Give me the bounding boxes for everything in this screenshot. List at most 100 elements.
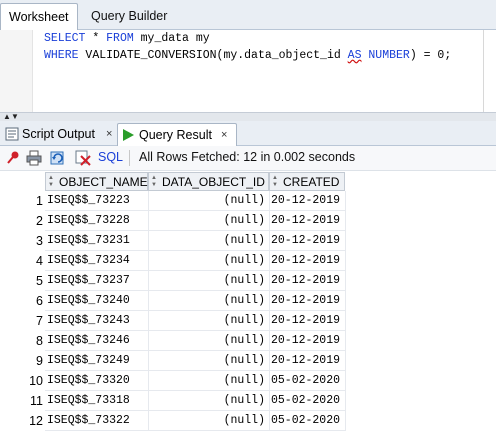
tab-script-output[interactable]: Script Output × xyxy=(2,123,118,145)
cell-object-name[interactable]: ISEQ$$_73249 xyxy=(47,351,130,371)
cell-data-object-id[interactable]: (null) xyxy=(148,211,265,231)
cell-data-object-id[interactable]: (null) xyxy=(148,351,265,371)
cell-data-object-id[interactable]: (null) xyxy=(148,391,265,411)
editor-text: ) = 0; xyxy=(409,49,452,62)
cell-data-object-id[interactable]: (null) xyxy=(148,331,265,351)
cell-object-name[interactable]: ISEQ$$_73231 xyxy=(47,231,130,251)
keyword-select: SELECT xyxy=(44,32,86,45)
cell-data-object-id[interactable]: (null) xyxy=(148,291,265,311)
row-divider xyxy=(45,350,345,351)
editor-line-1: SELECT * FROM my_data my xyxy=(44,32,210,45)
cell-created[interactable]: 05-02-2020 xyxy=(271,411,340,431)
keyword-number: NUMBER xyxy=(368,49,410,62)
cell-created[interactable]: 20-12-2019 xyxy=(271,291,340,311)
cell-created[interactable]: 20-12-2019 xyxy=(271,191,340,211)
editor-margin-line xyxy=(483,30,484,112)
cell-created[interactable]: 20-12-2019 xyxy=(271,211,340,231)
column-header-object-name[interactable]: ▲ ▼ OBJECT_NAME xyxy=(45,172,148,191)
cell-data-object-id[interactable]: (null) xyxy=(148,311,265,331)
sql-button[interactable]: SQL xyxy=(98,150,123,164)
collapse-up-icon[interactable]: ▲ xyxy=(3,113,11,121)
row-number: 9 xyxy=(36,354,43,368)
cell-object-name[interactable]: ISEQ$$_73246 xyxy=(47,331,130,351)
cell-object-name[interactable]: ISEQ$$_73322 xyxy=(47,411,130,431)
cell-data-object-id[interactable]: (null) xyxy=(148,231,265,251)
collapse-down-icon[interactable]: ▼ xyxy=(11,113,19,121)
sort-icon[interactable]: ▲ ▼ xyxy=(151,175,159,189)
cell-created[interactable]: 20-12-2019 xyxy=(271,331,340,351)
close-icon[interactable]: × xyxy=(221,124,227,146)
keyword-where: WHERE xyxy=(44,49,79,62)
refresh-icon[interactable] xyxy=(50,150,66,166)
cell-object-name[interactable]: ISEQ$$_73318 xyxy=(47,391,130,411)
cell-object-name[interactable]: ISEQ$$_73237 xyxy=(47,271,130,291)
tab-script-output-label: Script Output xyxy=(22,127,95,141)
cell-created[interactable]: 20-12-2019 xyxy=(271,311,340,331)
row-number: 12 xyxy=(29,414,43,428)
row-divider xyxy=(45,330,345,331)
row-number: 8 xyxy=(36,334,43,348)
table-row[interactable]: 2 ISEQ$$_73228 (null) 20-12-2019 xyxy=(0,211,345,231)
sort-icon[interactable]: ▲ ▼ xyxy=(272,175,280,189)
cell-created[interactable]: 20-12-2019 xyxy=(271,351,340,371)
cell-created[interactable]: 20-12-2019 xyxy=(271,251,340,271)
cell-data-object-id[interactable]: (null) xyxy=(148,191,265,211)
delete-icon[interactable] xyxy=(75,150,91,166)
tab-worksheet[interactable]: Worksheet xyxy=(0,3,78,30)
sql-editor[interactable]: SELECT * FROM my_data my WHERE VALIDATE_… xyxy=(0,30,496,112)
cell-object-name[interactable]: ISEQ$$_73234 xyxy=(47,251,130,271)
result-grid[interactable]: ▲ ▼ OBJECT_NAME ▲ ▼ DATA_OBJECT_ID ▲ ▼ CREA… xyxy=(0,171,496,438)
result-toolbar: SQL All Rows Fetched: 12 in 0.002 second… xyxy=(0,146,496,171)
cell-data-object-id[interactable]: (null) xyxy=(148,371,265,391)
column-header-data-object-id[interactable]: ▲ ▼ DATA_OBJECT_ID xyxy=(148,172,269,191)
row-number: 11 xyxy=(30,394,43,408)
output-tab-bar: Script Output × Query Result × xyxy=(0,121,496,146)
cell-object-name[interactable]: ISEQ$$_73243 xyxy=(47,311,130,331)
editor-text: my_data my xyxy=(133,32,210,45)
sort-icon[interactable]: ▲ ▼ xyxy=(48,175,56,189)
close-icon[interactable]: × xyxy=(106,123,112,145)
cell-created[interactable]: 05-02-2020 xyxy=(271,391,340,411)
editor-tab-bar: Worksheet Query Builder xyxy=(0,0,496,30)
table-row[interactable]: 7 ISEQ$$_73243 (null) 20-12-2019 xyxy=(0,311,345,331)
cell-object-name[interactable]: ISEQ$$_73223 xyxy=(47,191,130,211)
table-row[interactable]: 10 ISEQ$$_73320 (null) 05-02-2020 xyxy=(0,371,345,391)
keyword-from: FROM xyxy=(106,32,134,45)
column-header-created[interactable]: ▲ ▼ CREATED xyxy=(269,172,345,191)
table-row[interactable]: 9 ISEQ$$_73249 (null) 20-12-2019 xyxy=(0,351,345,371)
print-icon[interactable] xyxy=(26,150,42,166)
cell-data-object-id[interactable]: (null) xyxy=(148,271,265,291)
table-row[interactable]: 5 ISEQ$$_73237 (null) 20-12-2019 xyxy=(0,271,345,291)
tab-query-builder[interactable]: Query Builder xyxy=(83,3,175,29)
row-divider xyxy=(45,370,345,371)
cell-object-name[interactable]: ISEQ$$_73320 xyxy=(47,371,130,391)
pin-icon[interactable] xyxy=(5,150,21,166)
tab-query-result[interactable]: Query Result × xyxy=(117,123,237,146)
table-row[interactable]: 4 ISEQ$$_73234 (null) 20-12-2019 xyxy=(0,251,345,271)
row-divider xyxy=(45,410,345,411)
row-divider xyxy=(45,390,345,391)
row-number: 5 xyxy=(36,274,43,288)
row-number: 7 xyxy=(36,314,43,328)
cell-created[interactable]: 05-02-2020 xyxy=(271,371,340,391)
cell-created[interactable]: 20-12-2019 xyxy=(271,231,340,251)
cell-data-object-id[interactable]: (null) xyxy=(148,411,265,431)
table-row[interactable]: 8 ISEQ$$_73246 (null) 20-12-2019 xyxy=(0,331,345,351)
row-divider xyxy=(45,430,345,431)
keyword-as: AS xyxy=(347,49,362,62)
table-row[interactable]: 12 ISEQ$$_73322 (null) 05-02-2020 xyxy=(0,411,345,431)
editor-line-2: WHERE VALIDATE_CONVERSION(my.data_object… xyxy=(44,49,451,62)
row-number: 2 xyxy=(36,214,43,228)
table-row[interactable]: 11 ISEQ$$_73318 (null) 05-02-2020 xyxy=(0,391,345,411)
cell-data-object-id[interactable]: (null) xyxy=(148,251,265,271)
table-row[interactable]: 3 ISEQ$$_73231 (null) 20-12-2019 xyxy=(0,231,345,251)
table-row[interactable]: 6 ISEQ$$_73240 (null) 20-12-2019 xyxy=(0,291,345,311)
table-row[interactable]: 1 ISEQ$$_73223 (null) 20-12-2019 xyxy=(0,191,345,211)
cell-created[interactable]: 20-12-2019 xyxy=(271,271,340,291)
cell-object-name[interactable]: ISEQ$$_73228 xyxy=(47,211,130,231)
cell-object-name[interactable]: ISEQ$$_73240 xyxy=(47,291,130,311)
script-output-icon xyxy=(5,127,19,141)
row-divider xyxy=(45,310,345,311)
fetch-status: All Rows Fetched: 12 in 0.002 seconds xyxy=(139,150,356,164)
toolbar-separator xyxy=(129,150,130,166)
